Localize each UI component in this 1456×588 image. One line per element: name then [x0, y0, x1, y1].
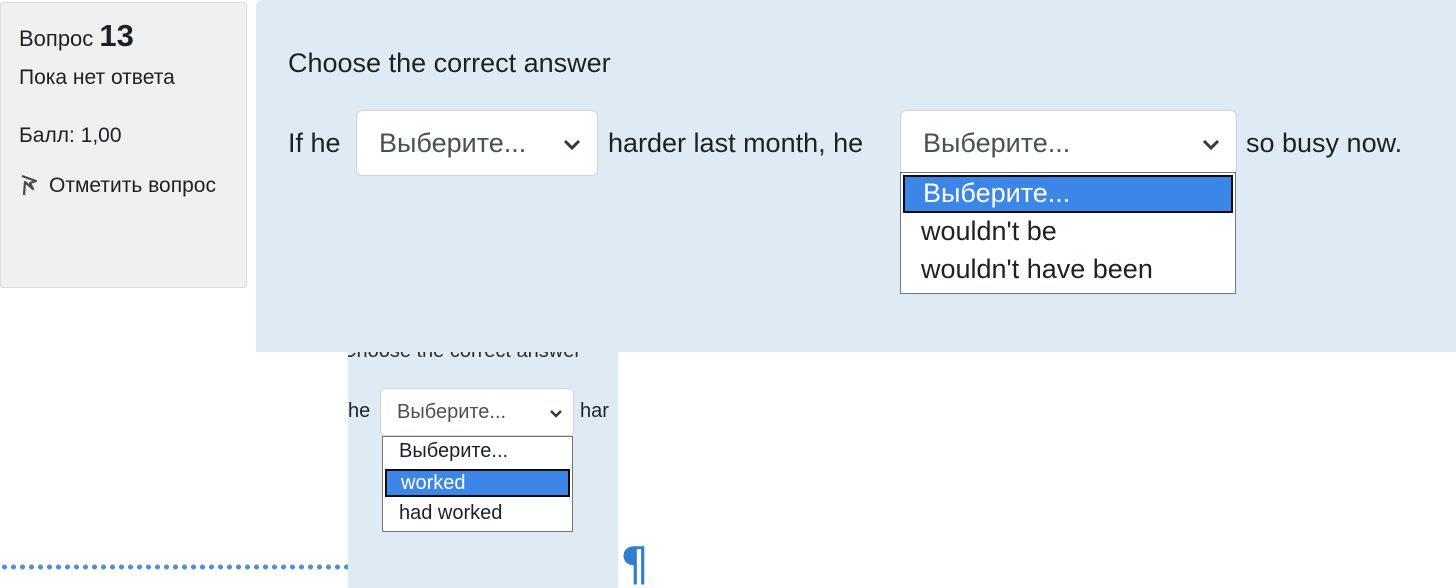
flag-question-link[interactable]: Отметить вопрос — [19, 166, 219, 206]
sentence-part-1: If he — [288, 128, 341, 158]
sentence-part-3: so busy now. — [1246, 128, 1403, 158]
dotted-separator — [0, 563, 348, 571]
question-grade: Балл: 1,00 — [19, 124, 122, 147]
question-word: Вопрос — [19, 26, 94, 51]
cropped-sentence-part-2: har — [580, 400, 609, 422]
question-info-panel: Вопрос 13 Пока нет ответа Балл: 1,00 Отм… — [0, 2, 247, 288]
dropdown-option[interactable]: had worked — [383, 499, 572, 529]
cropped-screenshot: Choose the correct answer he Выберите...… — [348, 352, 618, 588]
question-content: Choose the correct answer If he Выберите… — [256, 0, 1456, 352]
cropped-answer-select-1[interactable]: Выберите... — [380, 388, 574, 436]
answer-select-2-dropdown[interactable]: Выберите... wouldn't be wouldn't have be… — [900, 172, 1236, 294]
dropdown-option[interactable]: wouldn't have been — [901, 251, 1235, 289]
question-prompt: Choose the correct answer — [288, 48, 611, 78]
sentence-part-2: harder last month, he — [608, 128, 864, 158]
dropdown-option[interactable]: wouldn't be — [901, 213, 1235, 251]
answer-select-2[interactable]: Выберите... — [900, 110, 1237, 176]
dropdown-option[interactable]: Выберите... — [903, 175, 1233, 213]
dropdown-option[interactable]: worked — [385, 469, 570, 497]
chevron-down-icon — [1202, 139, 1220, 151]
page: Вопрос 13 Пока нет ответа Балл: 1,00 Отм… — [0, 0, 1456, 588]
dropdown-option[interactable]: Выберите... — [383, 437, 572, 467]
cropped-select-dropdown[interactable]: Выберите... worked had worked — [382, 436, 573, 532]
answer-select-1[interactable]: Выберите... — [356, 110, 598, 176]
cropped-sentence-part-1: he — [348, 400, 371, 422]
answer-select-2-value: Выберите... — [923, 128, 1071, 158]
question-state: Пока нет ответа — [19, 66, 175, 89]
flag-icon — [21, 174, 38, 196]
cropped-prompt: Choose the correct answer — [348, 352, 581, 363]
pilcrow-mark: ¶ — [620, 537, 650, 588]
cropped-select-value: Выберите... — [397, 401, 507, 423]
question-number: 13 — [99, 18, 134, 53]
chevron-down-icon — [550, 410, 562, 418]
flag-question-label: Отметить вопрос — [49, 174, 216, 197]
answer-select-1-value: Выберите... — [379, 128, 527, 158]
chevron-down-icon — [563, 139, 581, 151]
question-number-heading: Вопрос 13 — [19, 19, 246, 56]
